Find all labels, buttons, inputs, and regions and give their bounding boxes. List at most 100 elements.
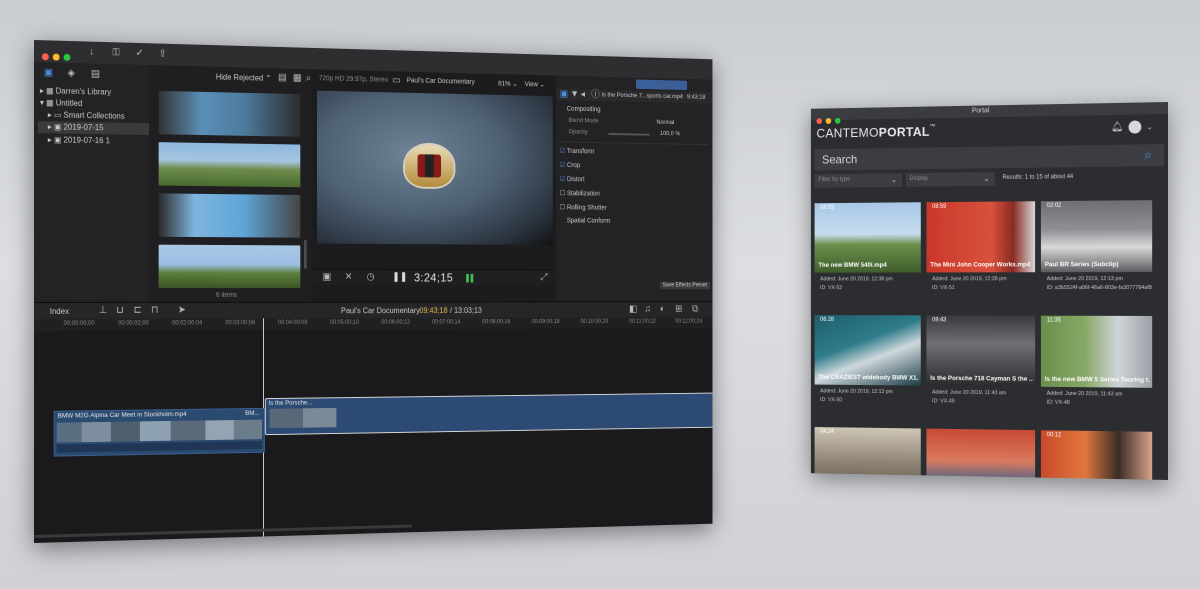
asset-card[interactable]: 08:03 The new BMW 540i.mp4 Added: June 2… (814, 202, 921, 308)
transform-row[interactable]: ☑ Transform (560, 147, 595, 155)
display-label: Display (909, 175, 929, 182)
save-effects-preset-button[interactable]: Save Effects Preset (659, 281, 710, 290)
stabilization-row[interactable]: ☐ Stabilization (560, 189, 600, 197)
asset-card[interactable]: 09:43 Is the Porsche 718 Cayman S the ..… (926, 315, 1036, 423)
timeline-clip-2[interactable]: Is the Porsche... (264, 392, 713, 436)
transform-tool-icon[interactable]: ▣ (323, 272, 332, 283)
clip-thumbnail-3[interactable] (158, 193, 301, 238)
asset-card[interactable]: 06:28 The CRAZIEST widebody BMW X1... Ad… (814, 315, 921, 421)
viewer-zoom[interactable]: 81% ⌄ (498, 80, 517, 88)
search-bar[interactable]: Search ⌕ (814, 144, 1165, 171)
portal-zoom-button[interactable] (834, 117, 841, 124)
close-window-button[interactable] (41, 53, 49, 61)
share-icon[interactable]: ⇪ (159, 48, 167, 59)
audio-inspector-icon[interactable]: ◂ (581, 89, 585, 99)
display-select[interactable]: Display ⌄ (905, 172, 995, 187)
timeline-duration: / 13:03;13 (450, 306, 482, 315)
asset-title[interactable]: Is the new BMW 5 Series Touring t... (1045, 376, 1150, 384)
video-inspector-icon[interactable]: ▣ (560, 89, 568, 100)
library-item[interactable]: ▸ ▦ Darren's Library (40, 86, 111, 97)
asset-card[interactable]: 00:12 (1040, 430, 1153, 480)
asset-title[interactable]: Is the Porsche 718 Cayman S the ... (930, 375, 1033, 383)
overwrite-clip-icon[interactable]: ⊓ (151, 305, 159, 316)
solo-icon[interactable]: ◐ (660, 304, 665, 314)
rolling-shutter-row[interactable]: ☐ Rolling Shutter (560, 204, 607, 212)
event-date-1[interactable]: ▸ ▣ 2019-07-15 (37, 121, 157, 136)
asset-title[interactable]: Paul BR Series (Subclip) (1045, 261, 1150, 268)
import-icon[interactable]: ↓ (89, 47, 94, 58)
crop-row[interactable]: ☑ Crop (560, 161, 580, 169)
asset-card[interactable]: 08:59 The Mini John Cooper Works.mp4 Add… (926, 201, 1036, 308)
zoom-window-button[interactable] (63, 53, 71, 61)
timeline-clip-2-filmstrip (269, 407, 337, 429)
notifications-bell-icon[interactable]: 🔔︎ (1111, 122, 1123, 133)
clip-thumbnail-2[interactable] (158, 142, 301, 188)
clip-appearance-icon[interactable]: ▤ (278, 72, 287, 83)
photos-icon[interactable]: ◈ (67, 68, 75, 79)
retime-icon[interactable]: ◷ (367, 272, 375, 283)
fullscreen-icon[interactable]: ⤢ (541, 272, 548, 282)
asset-title[interactable]: The Mini John Cooper Works.mp4 (930, 261, 1033, 268)
timeline-clip-1[interactable]: BMW M2G Alpina Car Meet in Stockholm.mp4… (53, 407, 265, 457)
asset-card[interactable]: 02:02 Paul BR Series (Subclip) Added: Ju… (1040, 200, 1153, 308)
timeline-scrollbar[interactable] (34, 524, 413, 538)
user-menu-chevron-icon[interactable]: ⌄ (1146, 122, 1153, 132)
connect-clip-icon[interactable]: ⊥ (99, 305, 107, 316)
asset-id: ID: VX-51 (932, 285, 955, 291)
insert-clip-icon[interactable]: ⊔ (116, 305, 124, 316)
timeline-ruler[interactable]: 00:00:00;00 00:00:02;00 00:02:00;04 00:0… (34, 316, 713, 331)
ruler-tick: 00:02:00;04 (172, 320, 203, 327)
user-avatar[interactable] (1128, 120, 1142, 134)
cantemo-logo[interactable]: CANTEMOPORTAL™ (816, 124, 935, 141)
portal-minimize-button[interactable] (825, 118, 832, 124)
minimize-window-button[interactable] (52, 53, 60, 61)
index-button[interactable]: Index (50, 307, 69, 316)
video-preview[interactable] (316, 90, 553, 245)
keyword-icon[interactable]: ⚿ (112, 47, 119, 58)
compositing-heading[interactable]: Compositing (567, 106, 601, 113)
opacity-slider[interactable] (608, 133, 650, 136)
audio-skimming-icon[interactable]: ♫ (645, 304, 651, 314)
viewer-view-menu[interactable]: View ⌄ (525, 80, 545, 88)
pause-icon[interactable]: ❚❚ (392, 272, 407, 283)
search-input[interactable]: Search (822, 152, 857, 166)
distort-row[interactable]: ☑ Distort (560, 175, 585, 183)
asset-card[interactable] (926, 428, 1036, 480)
info-inspector-icon[interactable]: ⓘ (591, 90, 600, 101)
opacity-value[interactable]: 100,0 % (660, 130, 680, 137)
search-icon[interactable]: ⌕ (306, 73, 311, 84)
clip-appearance-timeline-icon[interactable]: ⧉ (692, 304, 698, 314)
filter-inspector-icon[interactable]: ▼ (570, 89, 579, 100)
portal-close-button[interactable] (816, 118, 822, 125)
asset-thumbnail[interactable] (926, 428, 1036, 480)
filter-by-type-select[interactable]: Filter by type ⌄ (814, 173, 902, 188)
event-date-2[interactable]: ▸ ▣ 2019-07-16 1 (48, 135, 110, 145)
ruler-tick: 00:08:00;16 (482, 319, 511, 326)
spatial-conform-heading[interactable]: Spatial Conform (567, 218, 611, 225)
search-icon[interactable]: ⌕ (1144, 146, 1152, 163)
blend-mode-value[interactable]: Normal (656, 119, 674, 126)
final-cut-pro-window: ↓ ⚿ ✓ ⇪ ▣ ◈ ▤ ▸ ▦ Darren's Library ▾ ▦ U… (34, 40, 713, 543)
ruler-tick: 00:00:02;00 (118, 320, 149, 327)
background-tasks-icon[interactable]: ✓ (136, 48, 144, 59)
skimming-icon[interactable]: ◧ (629, 304, 637, 314)
inspector-tab-selected[interactable] (635, 79, 688, 91)
timeline-position: 09:43;18 (419, 306, 448, 315)
titles-icon[interactable]: ▤ (91, 68, 100, 79)
snapping-icon[interactable]: ⊞ (675, 304, 682, 314)
libraries-icon[interactable]: ▣ (44, 67, 53, 78)
asset-title[interactable]: The CRAZIEST widebody BMW X1... (818, 374, 919, 382)
asset-card[interactable]: 11:35 Is the new BMW 5 Series Touring t.… (1040, 315, 1153, 424)
smart-collections[interactable]: ▸ ▭ Smart Collections (48, 110, 125, 120)
filter-popup[interactable]: Hide Rejected ⌃ (216, 73, 272, 83)
browser-scrollbar[interactable] (304, 239, 307, 269)
event-untitled[interactable]: ▾ ▦ Untitled (40, 98, 82, 108)
select-tool-icon[interactable]: ➤ (178, 305, 186, 316)
clip-thumbnail-1[interactable] (158, 90, 301, 137)
asset-title[interactable]: The new BMW 540i.mp4 (818, 262, 919, 269)
filmstrip-icon[interactable]: ▦ (293, 73, 302, 84)
append-clip-icon[interactable]: ⊏ (134, 305, 142, 316)
clip-thumbnail-4[interactable] (158, 244, 301, 289)
asset-card[interactable]: 04:24 (814, 426, 921, 480)
enhancements-icon[interactable]: ✕ (345, 272, 353, 283)
